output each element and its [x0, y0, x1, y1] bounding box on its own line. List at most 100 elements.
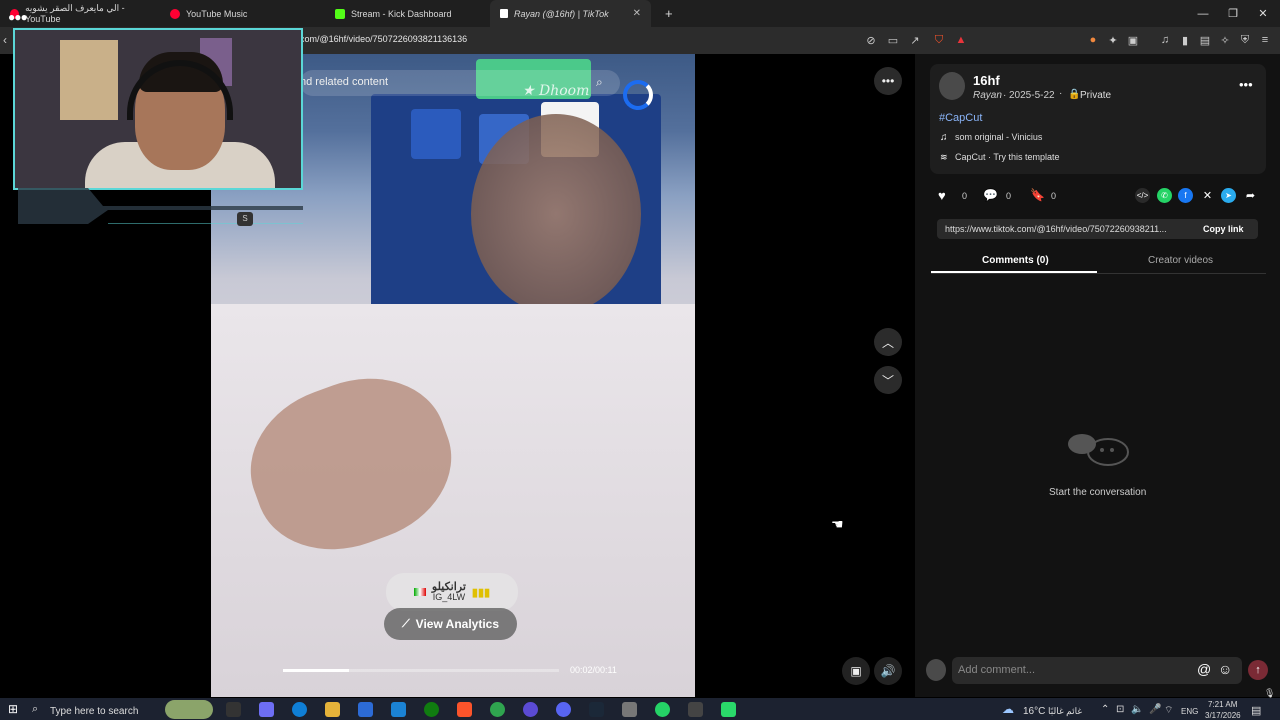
xbox-icon[interactable]	[424, 702, 439, 717]
discord-icon[interactable]	[556, 702, 571, 717]
maximize-icon[interactable]: ❐	[1216, 0, 1250, 27]
mail-icon[interactable]	[391, 702, 406, 717]
notification-icon[interactable]: ▤	[1251, 704, 1261, 717]
tray-chevron-icon[interactable]: ⌃	[1101, 704, 1109, 715]
tab-kick[interactable]: Stream - Kick Dashboard	[325, 0, 490, 27]
file-explorer-icon[interactable]	[325, 702, 340, 717]
post-more-icon[interactable]: •••	[1239, 77, 1253, 92]
brave-icon[interactable]	[457, 702, 472, 717]
close-tab-icon[interactable]: ✕	[633, 8, 641, 19]
view-analytics-button[interactable]: ⟋ View Analytics	[384, 608, 517, 640]
tab-creator-videos[interactable]: Creator videos	[1148, 255, 1213, 266]
whatsapp-icon[interactable]: ✆	[1157, 188, 1172, 203]
speaker-icon[interactable]: 🔈	[1131, 704, 1143, 715]
facebook-icon[interactable]: f	[1178, 188, 1193, 203]
back-icon[interactable]: ‹	[3, 33, 7, 47]
screenshot-icon[interactable]: ▣	[1126, 33, 1140, 47]
privacy-label: Private	[1080, 90, 1112, 101]
hashtag-link[interactable]: #CapCut	[939, 112, 982, 124]
dots-icon: ●●●	[8, 10, 28, 24]
network-icon[interactable]: ⊡	[1116, 704, 1124, 715]
leo-ai-icon[interactable]: ✧	[1218, 33, 1232, 47]
link-field[interactable]: https://www.tiktok.com/@16hf/video/75072…	[945, 224, 1167, 234]
tab-label: الي مايعرف الصقر يشويه - YouTube	[25, 3, 125, 24]
sidebar-icon[interactable]: ▮	[1178, 33, 1192, 47]
tab-youtube-music[interactable]: YouTube Music	[160, 0, 325, 27]
avatar[interactable]	[939, 72, 965, 100]
whatsapp-taskbar-icon[interactable]	[655, 702, 670, 717]
steam-icon[interactable]	[589, 702, 604, 717]
sound-link[interactable]: som original - Vinicius	[955, 132, 1042, 142]
emoji-icon[interactable]: ☺	[1218, 661, 1232, 677]
template-link[interactable]: CapCut · Try this template	[955, 152, 1060, 162]
weather-icon[interactable]: ☁	[1002, 702, 1014, 716]
taskbar-search-icon[interactable]: ⌕	[32, 703, 38, 716]
embed-icon[interactable]: </>	[1135, 188, 1150, 203]
youtube-music-icon	[170, 8, 180, 19]
menu-icon[interactable]: ≡	[1258, 33, 1272, 47]
app-icon[interactable]	[721, 702, 736, 717]
obs-icon[interactable]	[688, 702, 703, 717]
extension-icon[interactable]: ●	[1086, 33, 1100, 47]
volume-button[interactable]: 🔊	[874, 657, 902, 685]
weather-desc[interactable]: غائم غالبًا	[1048, 706, 1082, 717]
miniplayer-button[interactable]: ▣	[842, 657, 870, 685]
tab-comments[interactable]: Comments (0)	[982, 255, 1049, 266]
video-progress-fill	[283, 669, 350, 672]
clock-time[interactable]: 7:21 AM	[1208, 700, 1237, 709]
copilot-icon[interactable]	[259, 702, 274, 717]
edge-icon[interactable]	[292, 702, 307, 717]
heart-icon[interactable]: ♥	[938, 188, 946, 203]
no-translate-icon[interactable]: ⊘	[864, 33, 878, 47]
taskbar-search-input[interactable]: Type here to search	[50, 706, 138, 717]
comment-icon[interactable]: 💬	[983, 188, 998, 202]
more-options-button[interactable]: •••	[874, 67, 902, 95]
windows-start-icon[interactable]: ⊞	[8, 702, 18, 716]
x-icon[interactable]: ✕	[1200, 188, 1215, 203]
share-icon[interactable]: ➦	[1243, 188, 1258, 203]
dot-separator: ·	[1003, 90, 1007, 101]
new-tab-button[interactable]: +	[655, 0, 683, 27]
tab-tiktok[interactable]: Rayan (@16hf) | TikTok ✕	[490, 0, 651, 27]
widgets-icon[interactable]	[165, 700, 213, 719]
brave-shield-icon[interactable]: ⛉	[932, 33, 946, 47]
cast-icon[interactable]: ▭	[886, 33, 900, 47]
puzzle-icon[interactable]: ✦	[1106, 33, 1120, 47]
bookmark-icon[interactable]: 🔖	[1030, 188, 1045, 202]
brave-rewards-icon[interactable]: ▲	[954, 33, 968, 47]
task-view-icon[interactable]	[226, 702, 241, 717]
webcam-overlay	[13, 28, 303, 190]
music-icon[interactable]: ♫	[1158, 33, 1172, 47]
video-progress-bar[interactable]	[283, 669, 559, 672]
post-username[interactable]: 16hf	[973, 73, 1000, 88]
next-video-button[interactable]: ﹀	[874, 366, 902, 394]
close-window-icon[interactable]: ✕	[1246, 0, 1280, 27]
clock-date[interactable]: 3/17/2026	[1205, 711, 1241, 720]
telegram-icon[interactable]: ➤	[1221, 188, 1236, 203]
share-page-icon[interactable]: ↗	[908, 33, 922, 47]
copy-link-button[interactable]: Copy link	[1203, 224, 1244, 234]
mic-icon[interactable]: 🎤	[1149, 704, 1161, 715]
wifi-icon[interactable]: ⌔	[1164, 704, 1173, 717]
previous-video-button[interactable]: ︿	[874, 328, 902, 356]
music-note-icon: ♫	[940, 132, 948, 143]
mention-icon[interactable]: @	[1197, 661, 1211, 677]
app-icon[interactable]	[490, 702, 505, 717]
video-frame-face	[471, 114, 641, 314]
search-icon[interactable]: ⌕	[596, 75, 603, 90]
wallet-icon[interactable]: ▤	[1198, 33, 1212, 47]
empty-comments-text: Start the conversation	[1049, 487, 1147, 498]
tiktok-icon	[500, 9, 508, 18]
vpn-shield-icon[interactable]: ⛨	[1238, 33, 1252, 47]
send-comment-button[interactable]: ↑	[1248, 660, 1268, 680]
settings-app-icon[interactable]	[523, 702, 538, 717]
language-indicator[interactable]: ENG	[1181, 707, 1198, 716]
weather-temp[interactable]: 16°C	[1023, 706, 1045, 717]
video-frame-tile	[411, 109, 461, 159]
minimize-icon[interactable]: —	[1186, 0, 1220, 27]
app-icon[interactable]	[622, 702, 637, 717]
url-field[interactable]: com/@16hf/video/7507226093821136136	[300, 34, 467, 44]
post-date: 2025-5-22	[1009, 90, 1055, 101]
mic-indicator-icon: 🎙	[1264, 688, 1276, 698]
store-icon[interactable]	[358, 702, 373, 717]
